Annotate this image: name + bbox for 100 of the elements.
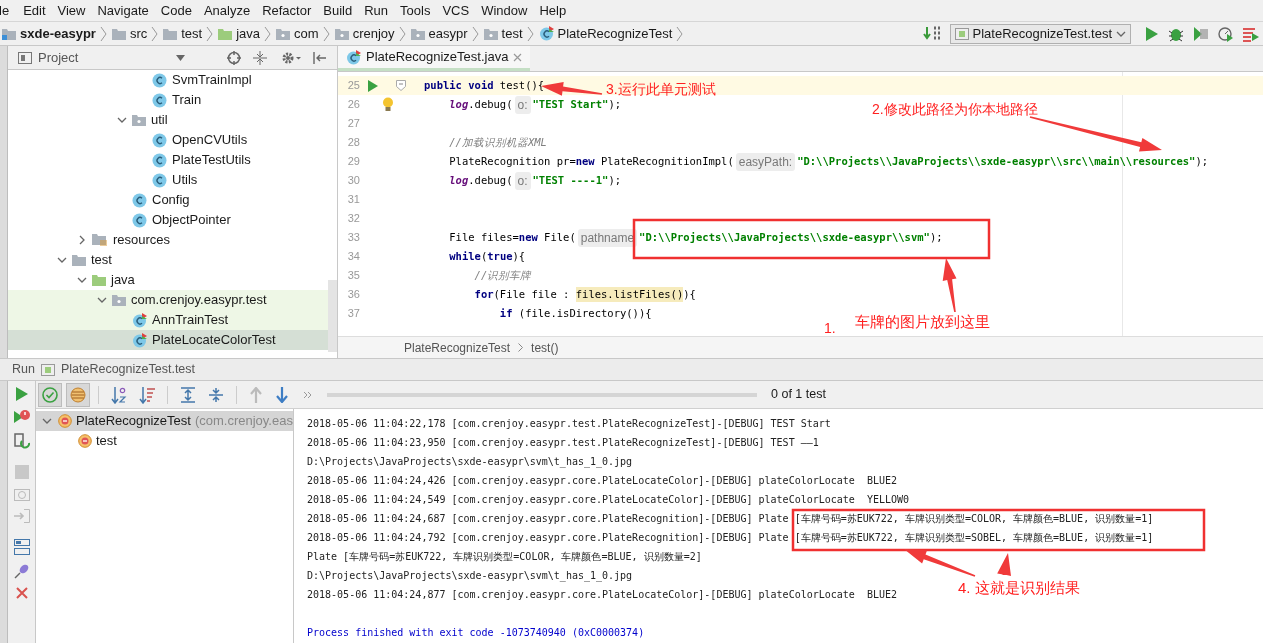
tree-item[interactable]: test [8,250,328,270]
tree-item[interactable]: com.crenjoy.easypr.test [8,290,328,310]
test-name: test [96,432,117,451]
rerun-failed-icon[interactable] [13,409,30,425]
expand-arrow-icon[interactable] [95,296,109,304]
tree-item[interactable]: Config [8,190,328,210]
sort-alphabetically-icon[interactable] [111,385,127,404]
tree-item[interactable]: Utils [8,170,328,190]
layout-icon[interactable] [13,539,30,555]
tree-item[interactable]: PlateLocateColorTest [8,330,328,350]
breadcrumb-item[interactable]: PlateRecognizeTest [557,23,673,44]
line-number: 28 [346,135,361,151]
package-icon [410,27,425,40]
parameter-hint: pathname [577,228,638,247]
toggle-auto-test-icon[interactable] [13,433,30,449]
menu-item[interactable]: Edit [17,0,52,21]
code-token: ){ [683,286,696,302]
tree-item[interactable]: Train [8,90,328,110]
breadcrumb-item[interactable]: test [501,23,523,44]
breadcrumb-item[interactable]: test [181,23,203,44]
expand-arrow-icon[interactable] [40,417,54,425]
pin-icon[interactable] [13,563,30,579]
tree-item[interactable]: ObjectPointer [8,210,328,230]
tree-item[interactable]: OpenCVUtils [8,130,328,150]
tree-item-label: PlateLocateColorTest [152,331,276,350]
close-icon[interactable] [15,587,28,599]
menu-item[interactable]: le [0,0,18,21]
gear-icon[interactable] [281,50,301,65]
menu-item[interactable]: Analyze [197,0,257,21]
annotation-text: 1. [824,319,836,338]
test-tree-item[interactable]: test [36,431,293,451]
class-icon [152,92,167,108]
test-tree-item[interactable]: PlateRecognizeTest (com.crenjoy.eas [36,411,293,431]
menu-item[interactable]: Run [358,0,395,21]
panel-title[interactable]: Project [38,47,79,68]
editor-tab[interactable]: PlateRecognizeTest.java [338,46,531,71]
expand-arrow-icon[interactable] [75,276,89,284]
expand-all-icon[interactable] [180,386,196,403]
collapse-all-icon[interactable] [253,50,267,65]
fold-icon[interactable] [396,80,406,91]
menu-item[interactable]: Window [475,0,534,21]
lightbulb-icon[interactable] [382,97,394,112]
scrollbar[interactable] [328,280,337,352]
menu-item[interactable]: View [51,0,92,21]
coverage-icon[interactable] [1193,25,1209,42]
breadcrumb-item[interactable]: src [129,23,148,44]
more-icon[interactable] [303,390,313,399]
class-icon [152,72,167,88]
run-tab[interactable]: PlateRecognizeTest.test [60,360,196,379]
recognition-result: [车牌号码=苏EUK722, 车牌识别类型=COLOR, 车牌颜色=BLUE, 识别数量=1] [794,512,1154,526]
dropdown-arrow-icon[interactable] [176,54,185,61]
console-line: 2018-05-06 11:04:22,178 [com.crenjoy.easypr.test.PlateRecognizeTest]-[DEBUG] TEST Start [307,417,831,431]
tree-item-label: Config [152,191,190,210]
show-ignored-toggle[interactable] [66,382,90,407]
run-gutter-icon[interactable] [368,79,378,92]
menu-item[interactable]: Refactor [256,0,318,21]
menu-item[interactable]: Navigate [91,0,155,21]
run-configuration-dropdown[interactable]: PlateRecognizeTest.test [949,23,1131,44]
locate-icon[interactable] [227,50,241,65]
menu-item[interactable]: Build [317,0,359,21]
tree-item[interactable]: util [8,110,328,130]
tree-item[interactable]: java [8,270,328,290]
down-arrow-icon[interactable] [275,386,289,403]
run-icon[interactable] [15,387,28,401]
folder-icon [92,274,106,286]
class-icon [152,152,167,168]
tree-item[interactable]: AnnTrainTest [8,310,328,330]
test-name: PlateRecognizeTest [76,412,191,431]
profiler-icon[interactable] [1218,25,1234,42]
close-icon[interactable] [513,52,523,62]
code-token: PlateRecognitionImpl( [600,153,734,169]
tree-item[interactable]: PlateTestUtils [8,150,328,170]
tree-item[interactable]: SvmTrainImpl [8,70,328,90]
run-icon[interactable] [1145,25,1159,42]
package-icon [276,27,291,40]
expand-arrow-icon[interactable] [115,116,129,124]
breadcrumb-item[interactable]: java [236,23,261,44]
annotation-arrow [942,258,957,313]
breadcrumb-item[interactable]: test() [531,338,559,357]
run-list-icon[interactable] [1243,25,1259,42]
package-icon [334,27,349,40]
breadcrumb-item[interactable]: com [294,23,319,44]
menu-item[interactable]: Tools [394,0,437,21]
expand-arrow-icon[interactable] [55,256,69,264]
menu-item[interactable]: Code [154,0,198,21]
code-token: ); [608,172,622,188]
tree-item[interactable]: resources [8,230,328,250]
breadcrumb-item[interactable]: crenjoy [352,23,395,44]
menu-item[interactable]: VCS [436,0,476,21]
collapse-all-icon[interactable] [208,386,224,403]
striped-circle-icon [69,385,87,404]
hide-panel-icon[interactable] [313,50,327,65]
sort-duration-icon[interactable] [139,385,155,404]
breadcrumb-item[interactable]: PlateRecognizeTest [404,338,511,357]
console-line: 2018-05-06 11:04:24,877 [com.crenjoy.easypr.core.PlateLocateColor]-[DEBUG] plateColorLocate BLUE2 [307,588,897,602]
breadcrumb-item[interactable]: easypr [428,23,468,44]
chevron-icon [322,25,330,42]
menu-item[interactable]: Help [533,0,573,21]
breadcrumb-item[interactable]: sxde-easypr [20,23,96,44]
show-passed-toggle[interactable] [38,382,62,407]
